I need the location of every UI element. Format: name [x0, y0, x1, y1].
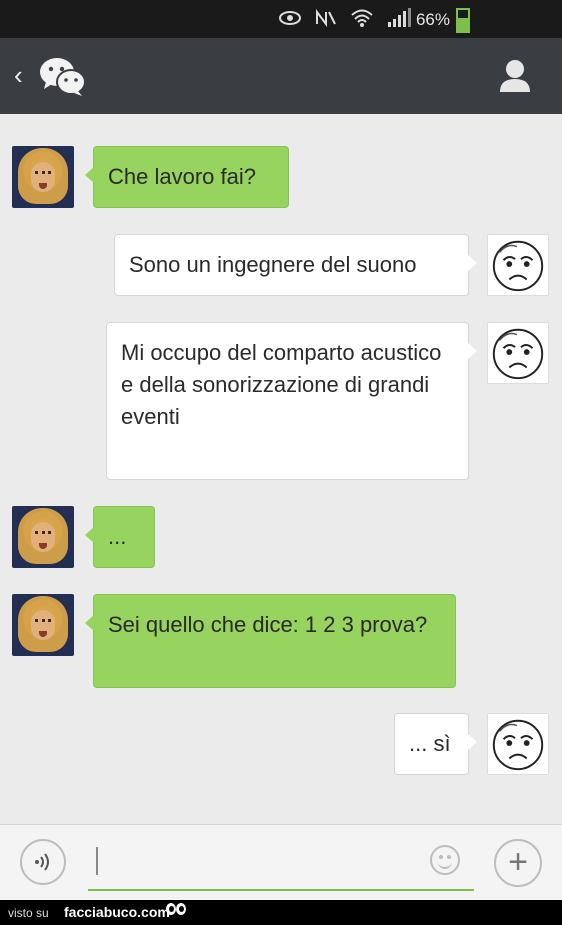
message-bubble-incoming: ...: [85, 506, 155, 568]
status-bar: 66%: [0, 0, 562, 38]
nfc-icon: [314, 9, 338, 32]
contact-avatar[interactable]: [12, 506, 74, 568]
message-bubble-incoming: Che lavoro fai?: [85, 146, 289, 208]
user-avatar[interactable]: [487, 713, 549, 775]
battery-icon: [456, 8, 470, 33]
googly-eyes-icon: [166, 903, 188, 919]
back-button[interactable]: ‹: [14, 60, 23, 91]
contact-avatar[interactable]: [12, 146, 74, 208]
message-text: Sei quello che dice: 1 2 3 prova?: [108, 612, 428, 637]
message-bubble-outgoing: ... sì: [394, 713, 477, 775]
message-text: Sono un ingegnere del suono: [129, 252, 417, 277]
smiley-icon[interactable]: [430, 845, 460, 875]
wifi-icon: [350, 8, 374, 33]
top-bar: ‹: [0, 38, 562, 114]
message-input-bar: +: [0, 824, 562, 900]
plus-button[interactable]: +: [494, 839, 542, 887]
site-name: facciabuco.com: [64, 904, 170, 920]
signal-icon: [386, 8, 412, 33]
user-avatar[interactable]: [487, 234, 549, 296]
message-text: Mi occupo del comparto acustico e della …: [121, 340, 442, 429]
message-text: ...: [108, 524, 127, 549]
text-caret: [96, 847, 98, 875]
visto-su-label: visto su: [8, 906, 49, 920]
message-bubble-outgoing: Mi occupo del comparto acustico e della …: [106, 322, 477, 480]
chat-area[interactable]: Che lavoro fai? Sono un ingegnere del su…: [0, 114, 562, 824]
message-text: ... sì: [409, 731, 451, 756]
message-bubble-outgoing: Sono un ingegnere del suono: [114, 234, 477, 296]
message-text: Che lavoro fai?: [108, 164, 256, 189]
contact-profile-icon[interactable]: [498, 58, 532, 94]
wechat-logo-icon[interactable]: [38, 54, 88, 98]
watermark-footer: visto su facciabuco.com: [0, 900, 562, 925]
eye-icon: [278, 10, 302, 31]
battery-percent: 66%: [415, 10, 450, 29]
message-input[interactable]: [88, 837, 474, 891]
message-bubble-incoming: Sei quello che dice: 1 2 3 prova?: [85, 594, 456, 688]
contact-avatar[interactable]: [12, 594, 74, 656]
user-avatar[interactable]: [487, 322, 549, 384]
voice-icon[interactable]: [20, 839, 66, 885]
